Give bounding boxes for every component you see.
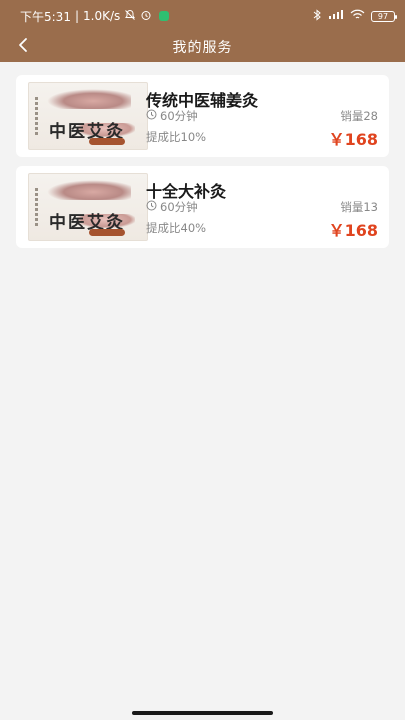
wifi-icon — [350, 9, 365, 23]
service-price: ￥168 — [328, 130, 378, 149]
battery-icon: 97 — [371, 10, 397, 22]
back-chevron-icon — [17, 37, 29, 57]
service-thumbnail: 中医艾灸 — [28, 82, 148, 150]
service-duration: 60分钟 — [146, 108, 198, 124]
app-header: 下午5:31 | 1.0K/s 97 我的服务 — [0, 0, 405, 62]
title-bar: 我的服务 — [0, 32, 405, 62]
service-price: ￥168 — [328, 221, 378, 240]
service-card[interactable]: 中医艾灸 十全大补灸 60分钟 提成比40% 销量13 ￥168 — [16, 166, 389, 248]
duration-text: 60分钟 — [160, 109, 198, 123]
signal-icon — [328, 9, 344, 23]
sales-count: 销量13 — [340, 200, 378, 214]
status-bar: 下午5:31 | 1.0K/s 97 — [0, 0, 405, 32]
service-list: 中医艾灸 传统中医辅姜灸 60分钟 提成比10% 销量28 ￥168 中医艾灸 … — [16, 75, 389, 257]
service-thumbnail: 中医艾灸 — [28, 173, 148, 241]
sales-count: 销量28 — [340, 109, 378, 123]
commission-rate: 提成比10% — [146, 130, 207, 144]
bluetooth-icon — [313, 8, 322, 24]
status-separator: | — [74, 9, 79, 23]
network-speed: 1.0K/s — [83, 9, 121, 23]
alarm-icon — [140, 9, 152, 24]
clock-icon — [146, 109, 157, 123]
mute-bell-icon — [124, 9, 136, 24]
status-time: 下午5:31 — [20, 9, 71, 24]
page-title: 我的服务 — [172, 40, 233, 56]
commission-rate: 提成比40% — [146, 221, 207, 235]
app-notification-icon — [159, 11, 170, 21]
clock-icon — [146, 200, 157, 214]
service-duration: 60分钟 — [146, 199, 198, 215]
service-card[interactable]: 中医艾灸 传统中医辅姜灸 60分钟 提成比10% 销量28 ￥168 — [16, 75, 389, 157]
duration-text: 60分钟 — [160, 200, 198, 214]
back-button[interactable] — [12, 36, 34, 58]
home-indicator[interactable] — [132, 711, 273, 715]
